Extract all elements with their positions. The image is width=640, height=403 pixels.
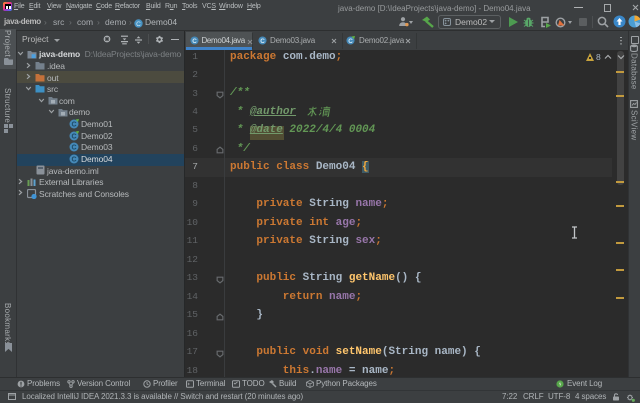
- svg-text:C: C: [260, 38, 265, 45]
- svg-text:C: C: [72, 145, 77, 152]
- svg-text:C: C: [72, 157, 77, 164]
- svg-text:C: C: [192, 38, 197, 45]
- svg-text:C: C: [72, 133, 77, 140]
- svg-text:C: C: [348, 38, 353, 45]
- svg-text:C: C: [72, 122, 77, 129]
- svg-text:C: C: [136, 20, 141, 27]
